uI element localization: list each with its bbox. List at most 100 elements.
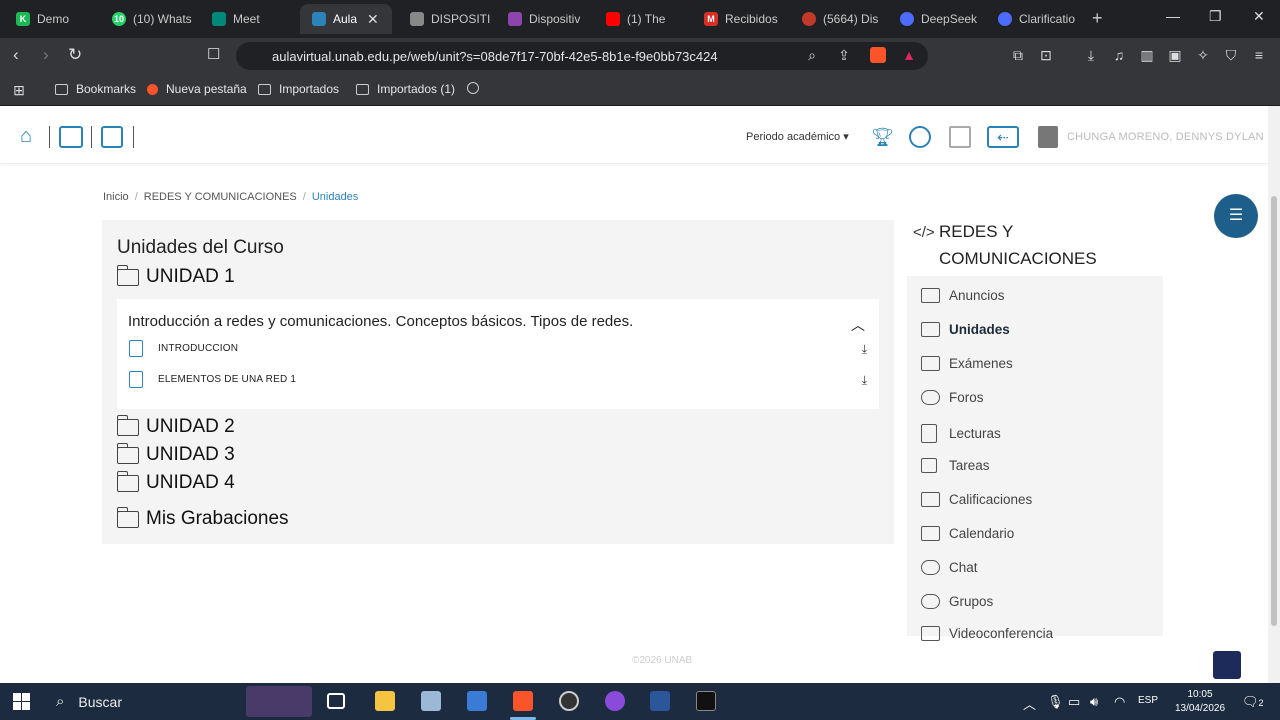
unit-4-header[interactable]: UNIDAD 4	[116, 470, 235, 494]
leo-ai-icon[interactable]: ✧	[1195, 47, 1211, 63]
file-explorer-icon[interactable]	[375, 691, 395, 711]
word-icon[interactable]	[650, 691, 670, 711]
tab-aula[interactable]: Aula ✕	[300, 4, 392, 34]
sidebar-item-tareas[interactable]: Tareas	[921, 458, 990, 473]
bookmark-importados-1[interactable]: Importados (1)	[356, 82, 455, 96]
tab-clarification[interactable]: Clarificatio	[986, 4, 1078, 34]
home-icon[interactable]: ⌂	[20, 126, 42, 148]
menu-icon[interactable]: ≡	[1251, 47, 1267, 63]
tasks-icon	[921, 458, 937, 473]
unit-1-header[interactable]: UNIDAD 1	[116, 264, 235, 288]
tab-demo[interactable]: K Demo	[4, 4, 96, 34]
sidebar-item-videoconferencia[interactable]: Videoconferencia	[921, 626, 1053, 641]
zoom-icon[interactable]: ⌕	[804, 47, 820, 63]
unit-description: Introducción a redes y comunicaciones. C…	[128, 313, 634, 330]
notepad-icon[interactable]	[421, 691, 441, 711]
tasks-list-icon[interactable]	[101, 126, 123, 148]
minimize-icon[interactable]: —	[1166, 8, 1180, 24]
language-indicator[interactable]: ESP	[1138, 695, 1158, 706]
bookmark-importados[interactable]: Importados	[258, 82, 339, 96]
tab-dispositivos-1[interactable]: DISPOSITI	[398, 4, 490, 34]
unit-2-header[interactable]: UNIDAD 2	[116, 414, 235, 438]
tab-deepseek[interactable]: DeepSeek	[888, 4, 980, 34]
url-text[interactable]: aulavirtual.unab.edu.pe/web/unit?s=08de7…	[272, 49, 718, 64]
sidebar-item-grupos[interactable]: Grupos	[921, 594, 993, 609]
notifications-icon[interactable]: 🗨︎2	[1242, 694, 1264, 710]
share-icon[interactable]: ⇪	[836, 47, 852, 63]
sidebar-item-lecturas[interactable]: Lecturas	[921, 424, 1001, 443]
sidebar-item-calificaciones[interactable]: Calificaciones	[921, 492, 1032, 507]
microphone-icon[interactable]: 🎙︎	[1047, 694, 1064, 710]
divider	[133, 126, 134, 148]
messenger-icon[interactable]	[605, 691, 625, 711]
download-icon[interactable]: ⤓	[862, 373, 867, 388]
brave-shield-icon[interactable]	[870, 47, 886, 63]
brave-rewards-icon[interactable]: ▲	[901, 47, 917, 63]
wifi-icon[interactable]: ◠	[1114, 694, 1125, 710]
download-icon[interactable]: ⤓	[862, 342, 867, 357]
screenshot-icon[interactable]: ⊡	[1038, 47, 1054, 63]
tab-youtube[interactable]: (1) The	[594, 4, 686, 34]
bookmark-globe[interactable]	[467, 82, 487, 94]
menu-toggle-button[interactable]: ☰	[1214, 194, 1258, 238]
extensions-icon[interactable]: ⧉	[1010, 47, 1026, 63]
close-window-icon[interactable]: ✕	[1253, 8, 1265, 25]
sidebar-item-unidades[interactable]: Unidades	[921, 322, 1010, 337]
logout-icon[interactable]: ⇠	[987, 126, 1019, 148]
chevron-up-icon[interactable]: ︿	[1023, 694, 1036, 713]
wallet-icon[interactable]: ▣	[1167, 47, 1183, 63]
forward-arrow-icon[interactable]: ›	[43, 45, 49, 65]
volume-icon[interactable]: 🔊︎	[1090, 694, 1098, 710]
chevron-up-icon[interactable]: ︿	[851, 315, 865, 335]
app-icon[interactable]	[467, 691, 487, 711]
bookmark-nueva-pestana[interactable]: Nueva pestaña	[147, 82, 247, 96]
sidebar-item-anuncios[interactable]: Anuncios	[921, 288, 1005, 303]
url-input[interactable]: aulavirtual.unab.edu.pe/web/unit?s=08de7…	[236, 42, 928, 70]
obs-icon[interactable]	[559, 691, 579, 711]
unab-logo[interactable]	[1213, 651, 1241, 679]
sidebar-item-examenes[interactable]: Exámenes	[921, 356, 1013, 371]
courses-icon[interactable]	[59, 126, 83, 148]
brave-browser-icon[interactable]	[513, 691, 533, 711]
back-arrow-icon[interactable]: ‹	[13, 45, 19, 65]
tab-discord[interactable]: (5664) Dis	[790, 4, 882, 34]
breadcrumb-course[interactable]: REDES Y COMUNICACIONES	[144, 191, 297, 203]
sidebar-item-calendario[interactable]: Calendario	[921, 526, 1014, 541]
search-highlight-image[interactable]	[246, 686, 312, 717]
reload-icon[interactable]: ↻	[68, 45, 82, 65]
close-tab-icon[interactable]: ✕	[367, 11, 379, 28]
apps-grid-icon[interactable]: ⊞	[11, 82, 27, 98]
bookmark-bookmarks[interactable]: Bookmarks	[55, 82, 136, 96]
new-tab-plus-icon[interactable]: +	[1092, 8, 1103, 29]
scrollbar-thumb[interactable]	[1271, 196, 1277, 626]
sidebar-item-foros[interactable]: Foros	[921, 390, 984, 405]
clock[interactable]: 10:05 13/04/2026	[1170, 688, 1230, 716]
tab-meet[interactable]: Meet	[200, 4, 292, 34]
bookmark-page-icon[interactable]: ☐	[207, 45, 220, 63]
tab-whatsapp[interactable]: 10 (10) Whats	[100, 4, 192, 34]
periodo-academico-dropdown[interactable]: Periodo académico ▾	[746, 130, 849, 143]
download-icon[interactable]: ⤓	[1083, 47, 1099, 63]
calendar-icon[interactable]	[949, 126, 971, 148]
page-scrollbar[interactable]	[1268, 106, 1280, 683]
tab-dispositivos-2[interactable]: Dispositiv	[496, 4, 588, 34]
media-icon[interactable]: ♫	[1111, 47, 1127, 63]
unit-3-header[interactable]: UNIDAD 3	[116, 442, 235, 466]
tab-gmail[interactable]: M Recibidos	[692, 4, 784, 34]
avatar[interactable]	[1038, 126, 1058, 148]
sidebar-icon[interactable]: ▥	[1139, 47, 1155, 63]
task-view-icon[interactable]	[327, 693, 345, 709]
user-name[interactable]: CHUNGA MORENO, DENNYS DYLAN	[1067, 131, 1264, 143]
maximize-icon[interactable]: ❐	[1209, 8, 1222, 25]
terminal-icon[interactable]	[696, 691, 716, 711]
file-introduccion[interactable]: INTRODUCCION	[129, 340, 238, 357]
windows-start-icon[interactable]	[13, 693, 30, 710]
recordings-header[interactable]: Mis Grabaciones	[116, 506, 289, 530]
breadcrumb-home[interactable]: Inicio	[103, 191, 129, 203]
globe-icon[interactable]	[909, 126, 931, 148]
network-icon[interactable]: ▭	[1068, 694, 1080, 710]
trophy-icon[interactable]: 🏆︎	[871, 126, 894, 148]
vpn-icon[interactable]: ⛉	[1223, 47, 1239, 63]
file-elementos-red[interactable]: ELEMENTOS DE UNA RED 1	[129, 371, 296, 388]
sidebar-item-chat[interactable]: Chat	[921, 560, 978, 575]
